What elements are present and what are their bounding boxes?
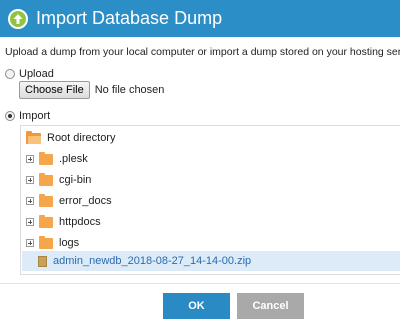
folder-icon	[39, 172, 53, 186]
cancel-button[interactable]: Cancel	[237, 293, 304, 319]
expand-icon[interactable]	[26, 197, 34, 205]
import-option[interactable]: Import	[5, 110, 50, 122]
dialog-header: Import Database Dump	[0, 0, 400, 37]
tree-folder-plesk[interactable]: .plesk	[26, 150, 88, 168]
ok-button[interactable]: OK	[163, 293, 230, 319]
folder-icon	[39, 235, 53, 249]
tree-file-label: admin_newdb_2018-08-27_14-14-00.zip	[53, 255, 252, 267]
upload-arrow-icon	[8, 8, 28, 29]
folder-icon	[39, 214, 53, 228]
upload-label: Upload	[19, 68, 54, 80]
dialog-description: Upload a dump from your local computer o…	[5, 46, 400, 58]
import-radio[interactable]	[5, 111, 15, 121]
tree-folder-logs[interactable]: logs	[26, 234, 79, 252]
tree-folder-label: httpdocs	[59, 216, 101, 228]
expand-icon[interactable]	[26, 176, 34, 184]
tree-folder-cgi-bin[interactable]: cgi-bin	[26, 171, 91, 189]
choose-file-button[interactable]: Choose File	[19, 81, 90, 99]
dialog-title: Import Database Dump	[36, 8, 223, 28]
tree-folder-httpdocs[interactable]: httpdocs	[26, 213, 101, 231]
expand-icon[interactable]	[26, 239, 34, 247]
tree-file-item[interactable]: admin_newdb_2018-08-27_14-14-00.zip	[38, 252, 251, 270]
file-picker: Choose File No file chosen	[19, 81, 164, 99]
folder-icon	[39, 151, 53, 165]
directory-tree: Root directory .plesk cgi-bin error_docs…	[20, 125, 400, 275]
file-status: No file chosen	[94, 84, 165, 96]
upload-option[interactable]: Upload	[5, 68, 54, 80]
tree-root-label: Root directory	[47, 132, 116, 144]
tree-folder-label: error_docs	[59, 195, 112, 207]
tree-root[interactable]: Root directory	[26, 129, 115, 147]
upload-radio[interactable]	[5, 69, 15, 79]
tree-folder-label: .plesk	[59, 153, 88, 165]
folder-icon	[39, 193, 53, 207]
folder-open-icon	[26, 130, 41, 144]
expand-icon[interactable]	[26, 218, 34, 226]
tree-folder-error-docs[interactable]: error_docs	[26, 192, 112, 210]
import-label: Import	[19, 110, 51, 122]
expand-icon[interactable]	[26, 155, 34, 163]
zip-file-icon	[38, 255, 47, 267]
tree-folder-label: cgi-bin	[59, 174, 92, 186]
tree-folder-label: logs	[59, 237, 80, 249]
footer-divider	[0, 283, 400, 284]
